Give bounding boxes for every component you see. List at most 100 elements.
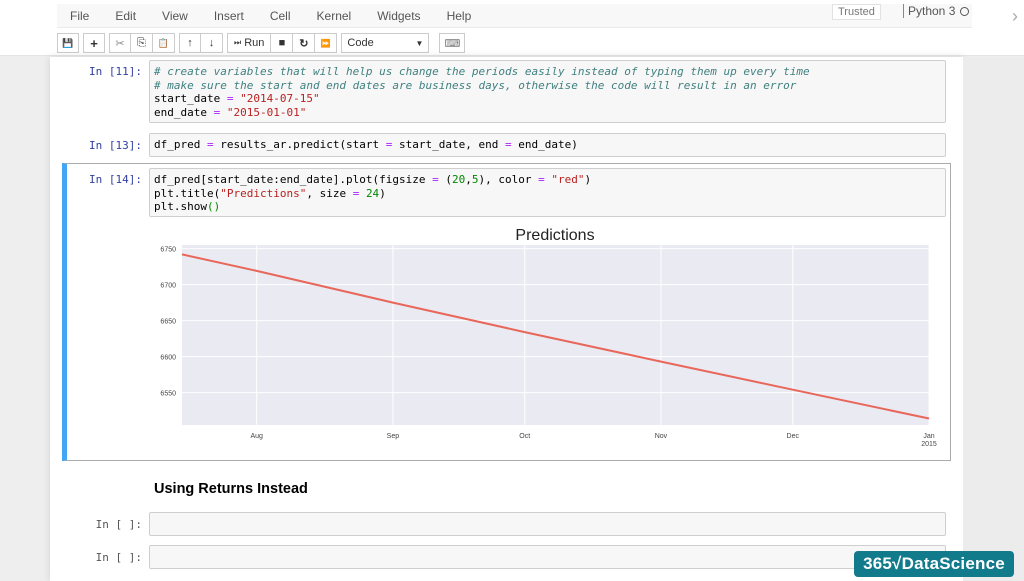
- fast-forward-icon: ⏩: [320, 38, 331, 48]
- x-tick-label: Sep: [387, 433, 400, 440]
- caret-down-icon: ▼: [415, 38, 424, 48]
- y-tick-label: 6550: [160, 391, 176, 398]
- code-token: plt.show: [154, 200, 207, 213]
- menu-widgets[interactable]: Widgets: [364, 9, 433, 23]
- arrow-down-icon: ↓: [208, 37, 215, 49]
- code-token: 20: [452, 173, 466, 186]
- code-token: df_pred: [154, 138, 207, 151]
- scissors-icon: ✂: [115, 37, 125, 50]
- run-button[interactable]: ⏭ Run: [227, 33, 272, 53]
- menu-cell[interactable]: Cell: [257, 9, 304, 23]
- code-token: ): [584, 173, 592, 186]
- keyboard-icon: ⌨: [444, 37, 461, 50]
- y-tick-label: 6700: [160, 283, 176, 290]
- code-token: "2015-01-01": [226, 105, 307, 119]
- x-tick-label: Dec: [787, 433, 800, 440]
- code-token: ,: [465, 173, 472, 186]
- move-down-button[interactable]: ↓: [201, 33, 223, 53]
- command-palette-button[interactable]: ⌨: [439, 33, 466, 53]
- run-label: Run: [244, 37, 265, 49]
- step-forward-icon: ⏭: [234, 38, 242, 47]
- code-token: start_date: [154, 92, 221, 105]
- code-token: =: [220, 92, 241, 105]
- restart-button[interactable]: ↻: [293, 33, 316, 53]
- code-cell-input[interactable]: df_pred[start_date:end_date].plot(figsiz…: [149, 168, 946, 217]
- x-tick-label: Nov: [655, 433, 668, 440]
- save-button[interactable]: 💾: [57, 33, 79, 53]
- save-icon: 💾: [62, 37, 74, 48]
- interrupt-button[interactable]: ■: [271, 33, 294, 53]
- code-cell-input[interactable]: # create variables that will help us cha…: [149, 60, 946, 123]
- code-comment: # make sure the start and end dates are …: [154, 78, 797, 92]
- cell-type-value: Code: [347, 37, 374, 49]
- plot-background: [182, 245, 929, 425]
- insert-cell-button[interactable]: +: [83, 33, 105, 53]
- code-token: =: [206, 105, 227, 119]
- trusted-badge[interactable]: Trusted: [832, 4, 881, 20]
- restart-icon: ↻: [299, 37, 309, 50]
- predictions-chart: 6550 6600 6650 6700 6750 Aug Sep Oct Nov Dec Jan 2…: [160, 227, 937, 448]
- code-token: =: [432, 173, 439, 186]
- code-comment: # create variables that will help us cha…: [154, 65, 810, 78]
- kernel-indicator: Python 3: [903, 4, 970, 18]
- y-tick-label: 6650: [160, 319, 176, 326]
- arrow-up-icon: ↑: [187, 37, 193, 49]
- code-token: "Predictions": [220, 186, 307, 200]
- empty-code-cell[interactable]: [149, 512, 946, 536]
- cell-prompt: In [ ]:: [95, 551, 142, 564]
- y-tick-label: 6600: [160, 355, 176, 362]
- menu-help[interactable]: Help: [434, 9, 485, 23]
- code-token: end_date): [511, 138, 578, 151]
- kernel-name: Python 3: [908, 4, 956, 18]
- plus-icon: +: [90, 35, 98, 51]
- markdown-heading: Using Returns Instead: [154, 481, 308, 497]
- code-token: "2014-07-15": [240, 92, 320, 105]
- empty-code-cell[interactable]: [149, 545, 946, 569]
- code-token: =: [538, 173, 545, 186]
- code-token: ): [379, 186, 386, 200]
- y-tick-label: 6750: [160, 247, 176, 254]
- menu-file[interactable]: File: [57, 9, 102, 23]
- code-cell-input[interactable]: df_pred = results_ar.predict(start = sta…: [149, 133, 946, 157]
- toolbar: 💾 + ✂ ⎘ 📋 ↑ ↓ ⏭ Run ■ ↻ ⏩ Code ▼ ⌨: [57, 32, 466, 54]
- chevron-right-icon[interactable]: ›: [1012, 6, 1018, 27]
- cut-button[interactable]: ✂: [109, 33, 131, 53]
- restart-run-all-button[interactable]: ⏩: [315, 33, 338, 53]
- code-token: df_pred[start_date:end_date].plot(figsiz…: [154, 173, 433, 186]
- cell-output-chart: 6550 6600 6650 6700 6750 Aug Sep Oct Nov Dec Jan 2…: [140, 220, 960, 460]
- code-token: =: [206, 138, 214, 151]
- notebook-header: File Edit View Insert Cell Kernel Widget…: [0, 0, 1024, 56]
- kernel-idle-icon: [960, 6, 970, 16]
- code-token: plt.title(: [154, 186, 221, 200]
- menu-view[interactable]: View: [149, 9, 201, 23]
- code-token: start_date, end: [392, 138, 506, 151]
- brand-logo: 365√DataScience: [854, 551, 1014, 577]
- code-token: =: [505, 138, 512, 151]
- code-token: end_date: [154, 105, 207, 119]
- cell-prompt: In [ ]:: [95, 518, 142, 531]
- code-token: "red": [551, 173, 585, 186]
- stop-icon: ■: [278, 37, 286, 49]
- copy-button[interactable]: ⎘: [131, 33, 153, 53]
- chart-title: Predictions: [515, 227, 594, 244]
- paste-icon: 📋: [157, 37, 170, 48]
- code-token: ), color: [478, 173, 539, 186]
- menu-edit[interactable]: Edit: [102, 9, 149, 23]
- code-token: results_ar.predict(start: [213, 138, 386, 151]
- x-tick-label: Oct: [519, 433, 530, 440]
- cell-prompt: In [11]:: [89, 65, 142, 78]
- code-token: (): [206, 200, 221, 213]
- menu-insert[interactable]: Insert: [201, 9, 257, 23]
- copy-icon: ⎘: [137, 36, 146, 49]
- menu-kernel[interactable]: Kernel: [304, 9, 365, 23]
- x-tick-label: Aug: [250, 433, 263, 440]
- cell-type-select[interactable]: Code ▼: [341, 33, 430, 53]
- code-token: 5: [471, 173, 479, 186]
- code-token: 24: [365, 186, 380, 200]
- x-tick-label: Jan 2015: [921, 433, 937, 448]
- paste-button[interactable]: 📋: [153, 33, 175, 53]
- cell-prompt: In [14]:: [89, 173, 142, 186]
- move-up-button[interactable]: ↑: [179, 33, 201, 53]
- code-token: , size: [306, 186, 353, 200]
